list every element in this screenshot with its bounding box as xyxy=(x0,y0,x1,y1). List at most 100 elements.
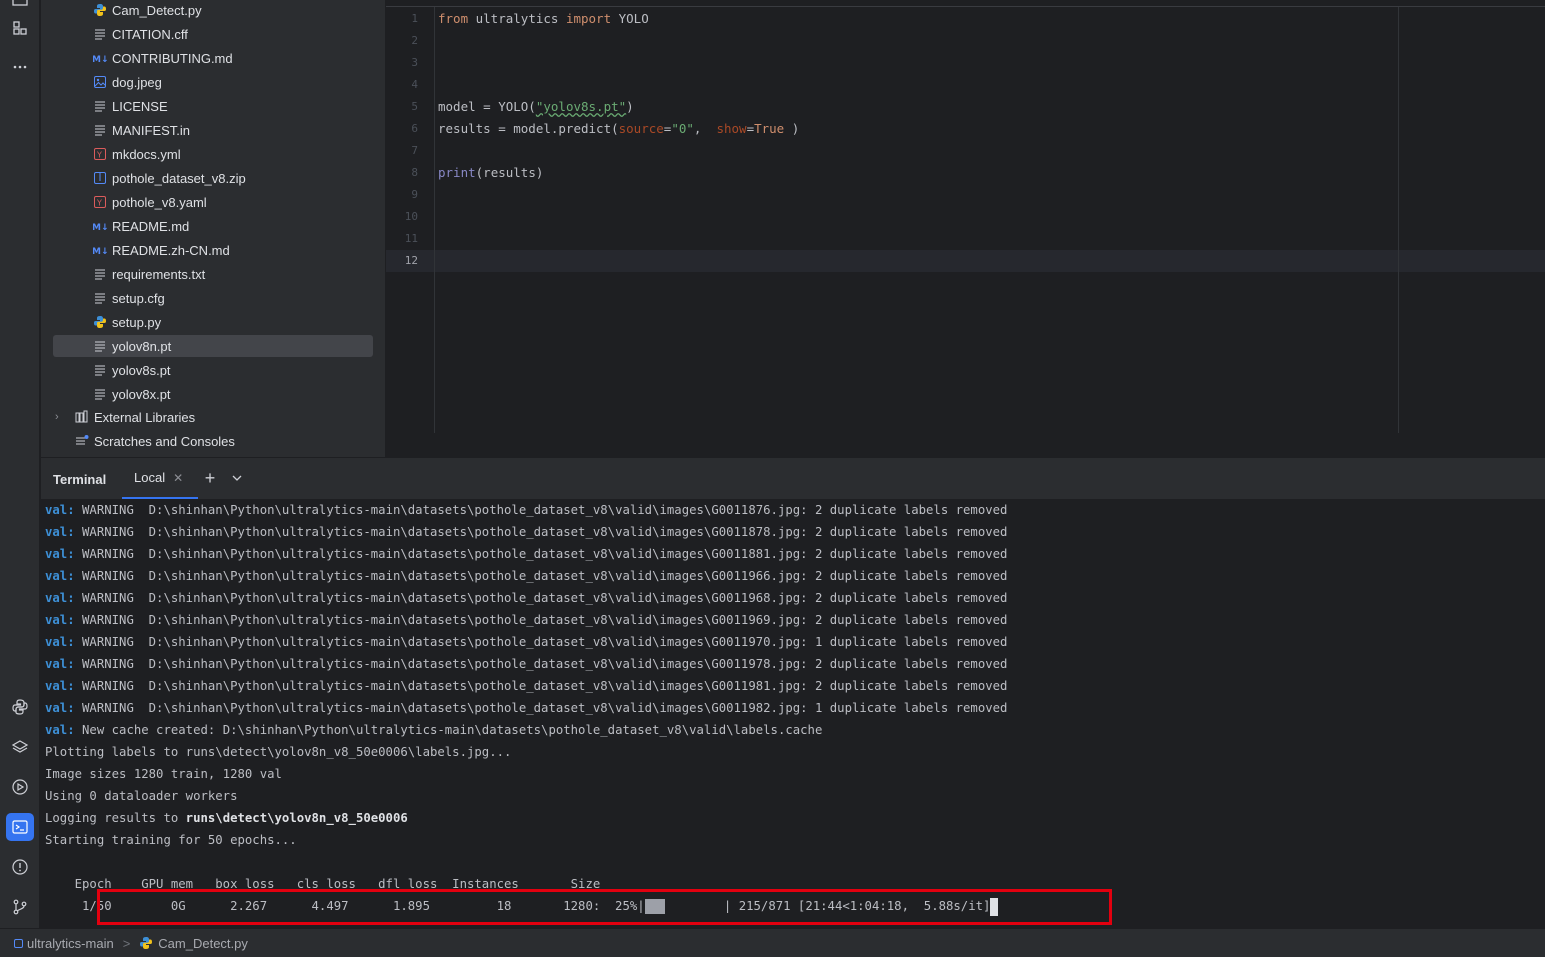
breadcrumb-file[interactable]: Cam_Detect.py xyxy=(158,936,248,951)
tree-item-scratches[interactable]: Scratches and Consoles xyxy=(75,430,373,452)
yaml-icon: Y xyxy=(93,195,107,209)
tree-item[interactable]: CITATION.cff xyxy=(53,23,373,45)
code-line-8: print(results) xyxy=(438,165,544,180)
terminal-line: val: WARNING D:\shinhan\Python\ultralyti… xyxy=(45,565,1007,587)
tree-item[interactable]: MANIFEST.in xyxy=(53,119,373,141)
svg-text:M↓: M↓ xyxy=(93,223,107,233)
tree-item[interactable]: yolov8s.pt xyxy=(53,359,373,381)
tree-item-label: yolov8x.pt xyxy=(112,386,171,402)
log-text: Image sizes 1280 train, 1280 val xyxy=(45,767,282,781)
tree-item-label: External Libraries xyxy=(94,409,196,425)
tree-item[interactable]: setup.py xyxy=(53,311,373,333)
line-number: 11 xyxy=(404,232,418,245)
tree-item-label: pothole_dataset_v8.zip xyxy=(112,170,246,186)
tab-local[interactable]: Local ✕ xyxy=(122,458,198,499)
line-number: 12 xyxy=(404,254,418,267)
line-number: 10 xyxy=(404,210,418,223)
log-text: Logging results to xyxy=(45,811,186,825)
text-file-icon xyxy=(93,27,107,41)
text-file-icon xyxy=(93,267,107,281)
module-icon xyxy=(14,938,23,948)
terminal-line: Using 0 dataloader workers xyxy=(45,785,238,807)
tree-item[interactable]: dog.jpeg xyxy=(53,71,373,93)
text-file-icon xyxy=(93,339,107,353)
tree-item[interactable]: setup.cfg xyxy=(53,287,373,309)
terminal-line: Plotting labels to runs\detect\yolov8n_v… xyxy=(45,741,511,763)
line-number: 9 xyxy=(411,188,418,201)
log-prefix: val: xyxy=(45,525,75,539)
tree-item[interactable]: yolov8x.pt xyxy=(53,383,373,405)
code-line-6: results = model.predict(source="0", show… xyxy=(438,121,800,136)
terminal-line: Image sizes 1280 train, 1280 val xyxy=(45,763,282,785)
services-button[interactable] xyxy=(6,773,34,801)
text-file-icon xyxy=(93,291,107,305)
tree-item[interactable]: requirements.txt xyxy=(53,263,373,285)
tree-item-label: setup.cfg xyxy=(112,290,165,306)
tree-item[interactable]: M↓ README.md xyxy=(53,215,373,237)
terminal-options-button[interactable] xyxy=(229,470,245,486)
tree-item[interactable]: Ymkdocs.yml xyxy=(53,143,373,165)
terminal-line: val: WARNING D:\shinhan\Python\ultralyti… xyxy=(45,521,1007,543)
tree-item[interactable]: LICENSE xyxy=(53,95,373,117)
tree-item[interactable]: Cam_Detect.py xyxy=(53,0,373,21)
log-text: Starting training for 50 epochs... xyxy=(45,833,297,847)
terminal-icon xyxy=(12,820,28,834)
tree-item[interactable]: M↓ CONTRIBUTING.md xyxy=(53,47,373,69)
log-prefix: val: xyxy=(45,591,75,605)
python-icon xyxy=(93,3,107,17)
text-file-icon xyxy=(93,363,107,377)
tree-item[interactable]: yolov8n.pt xyxy=(53,335,373,357)
tool-window-strip xyxy=(0,0,40,928)
python-console-button[interactable] xyxy=(6,693,34,721)
git-button[interactable] xyxy=(6,893,34,921)
line-number: 4 xyxy=(411,78,418,91)
run-services-icon xyxy=(12,779,28,795)
svg-text:Y: Y xyxy=(96,151,102,160)
log-text: WARNING D:\shinhan\Python\ultralytics-ma… xyxy=(74,547,1008,561)
tree-item-label: CONTRIBUTING.md xyxy=(112,50,233,66)
project-tool-button[interactable] xyxy=(6,0,34,14)
chevron-right-icon[interactable]: › xyxy=(55,411,69,423)
code-editor[interactable]: 1 2 3 4 5 6 7 8 9 10 11 12 from ultralytics import … xyxy=(386,6,1545,433)
breadcrumb-project[interactable]: ultralytics-main xyxy=(27,936,114,951)
terminal-line: val: WARNING D:\shinhan\Python\ultralyti… xyxy=(45,587,1007,609)
breadcrumb-separator: > xyxy=(122,935,131,951)
line-number: 2 xyxy=(411,34,418,47)
layers-icon xyxy=(11,740,29,753)
git-branch-icon xyxy=(13,899,27,915)
line-number-gutter: 1 2 3 4 5 6 7 8 9 10 11 12 xyxy=(386,7,435,433)
tree-item-label: Cam_Detect.py xyxy=(112,2,202,18)
image-icon xyxy=(93,75,107,89)
log-text: New cache created: D:\shinhan\Python\ult… xyxy=(74,723,823,737)
log-prefix: val: xyxy=(45,503,75,517)
tree-item-external-libraries[interactable]: › External Libraries xyxy=(55,406,373,428)
tree-item[interactable]: pothole_dataset_v8.zip xyxy=(53,167,373,189)
log-prefix: val: xyxy=(45,569,75,583)
text-file-icon xyxy=(93,123,107,137)
close-icon[interactable]: ✕ xyxy=(173,471,183,485)
line-number: 8 xyxy=(411,166,418,179)
terminal-tool-button[interactable] xyxy=(6,813,34,841)
problems-icon xyxy=(12,859,28,875)
tab-label: Local xyxy=(134,470,166,485)
editor-footer xyxy=(386,433,1545,457)
yaml-icon: Y xyxy=(93,147,107,161)
log-text: WARNING D:\shinhan\Python\ultralytics-ma… xyxy=(74,503,1008,517)
tree-item-label: README.md xyxy=(112,218,190,234)
line-number: 7 xyxy=(411,144,418,157)
terminal-line: val: WARNING D:\shinhan\Python\ultralyti… xyxy=(45,653,1007,675)
tree-item[interactable]: Ypothole_v8.yaml xyxy=(53,191,373,213)
line-number: 6 xyxy=(411,122,418,135)
more-tools-button[interactable] xyxy=(6,53,34,81)
tree-item-label: mkdocs.yml xyxy=(112,146,181,162)
structure-tool-button[interactable] xyxy=(6,14,34,42)
line-number: 3 xyxy=(411,56,418,69)
terminal-line: val: WARNING D:\shinhan\Python\ultralyti… xyxy=(45,499,1007,521)
new-terminal-button[interactable]: + xyxy=(201,469,219,487)
tree-item[interactable]: M↓ README.zh-CN.md xyxy=(53,239,373,261)
svg-text:M↓: M↓ xyxy=(93,247,107,257)
problems-button[interactable] xyxy=(6,853,34,881)
terminal-output[interactable]: val: WARNING D:\shinhan\Python\ultralyti… xyxy=(41,499,1545,928)
layers-button[interactable] xyxy=(6,733,34,761)
code-line-5: model = YOLO("yolov8s.pt") xyxy=(438,99,634,114)
